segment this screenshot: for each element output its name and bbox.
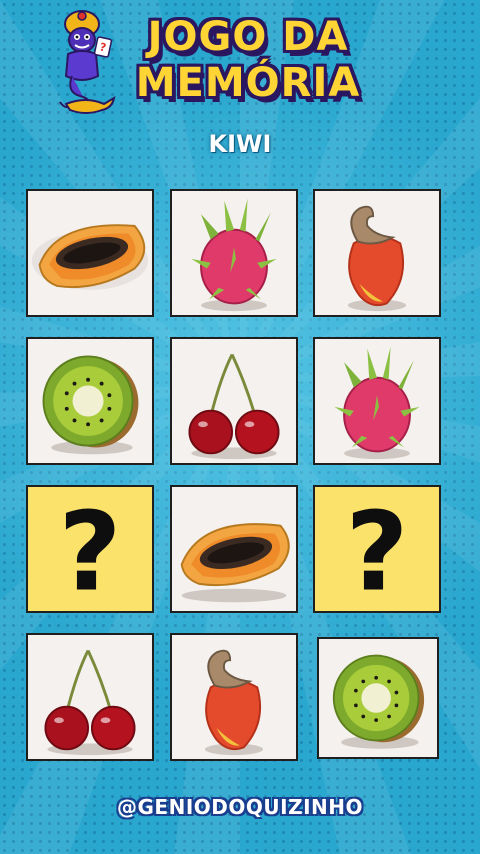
- papaya-icon: [180, 523, 290, 603]
- question-mark-icon: ?: [59, 489, 122, 611]
- card-6-dragon-fruit[interactable]: [313, 337, 441, 465]
- card-7-hidden[interactable]: ?: [26, 485, 154, 613]
- cashew-fruit-icon: [204, 649, 264, 756]
- cashew-fruit-icon: [347, 205, 407, 312]
- card-5-cherries[interactable]: [170, 337, 298, 465]
- hidden-symbol: ?: [59, 489, 122, 611]
- card-1-papaya[interactable]: [26, 189, 154, 317]
- card-10-cherries[interactable]: [26, 633, 154, 761]
- cherries-icon: [44, 649, 136, 756]
- card-4-kiwi[interactable]: [26, 337, 154, 465]
- card-3-cashew-fruit[interactable]: [313, 189, 441, 317]
- memory-board: ? ?: [0, 0, 480, 854]
- papaya-icon: [31, 224, 149, 290]
- channel-handle: @GENIODOQUIZINHO: [117, 795, 363, 819]
- hidden-symbol: ?: [346, 489, 409, 611]
- dragon-fruit-icon: [334, 346, 420, 460]
- card-9-hidden[interactable]: ?: [313, 485, 441, 613]
- card-11-cashew-fruit[interactable]: [170, 633, 298, 761]
- card-2-dragon-fruit[interactable]: [170, 189, 298, 317]
- kiwi-icon: [332, 654, 425, 749]
- card-12-kiwi[interactable]: [317, 637, 439, 759]
- card-8-papaya[interactable]: [170, 485, 298, 613]
- kiwi-icon: [42, 355, 139, 455]
- question-mark-icon: ?: [346, 489, 409, 611]
- dragon-fruit-icon: [191, 198, 277, 312]
- cherries-icon: [188, 353, 280, 460]
